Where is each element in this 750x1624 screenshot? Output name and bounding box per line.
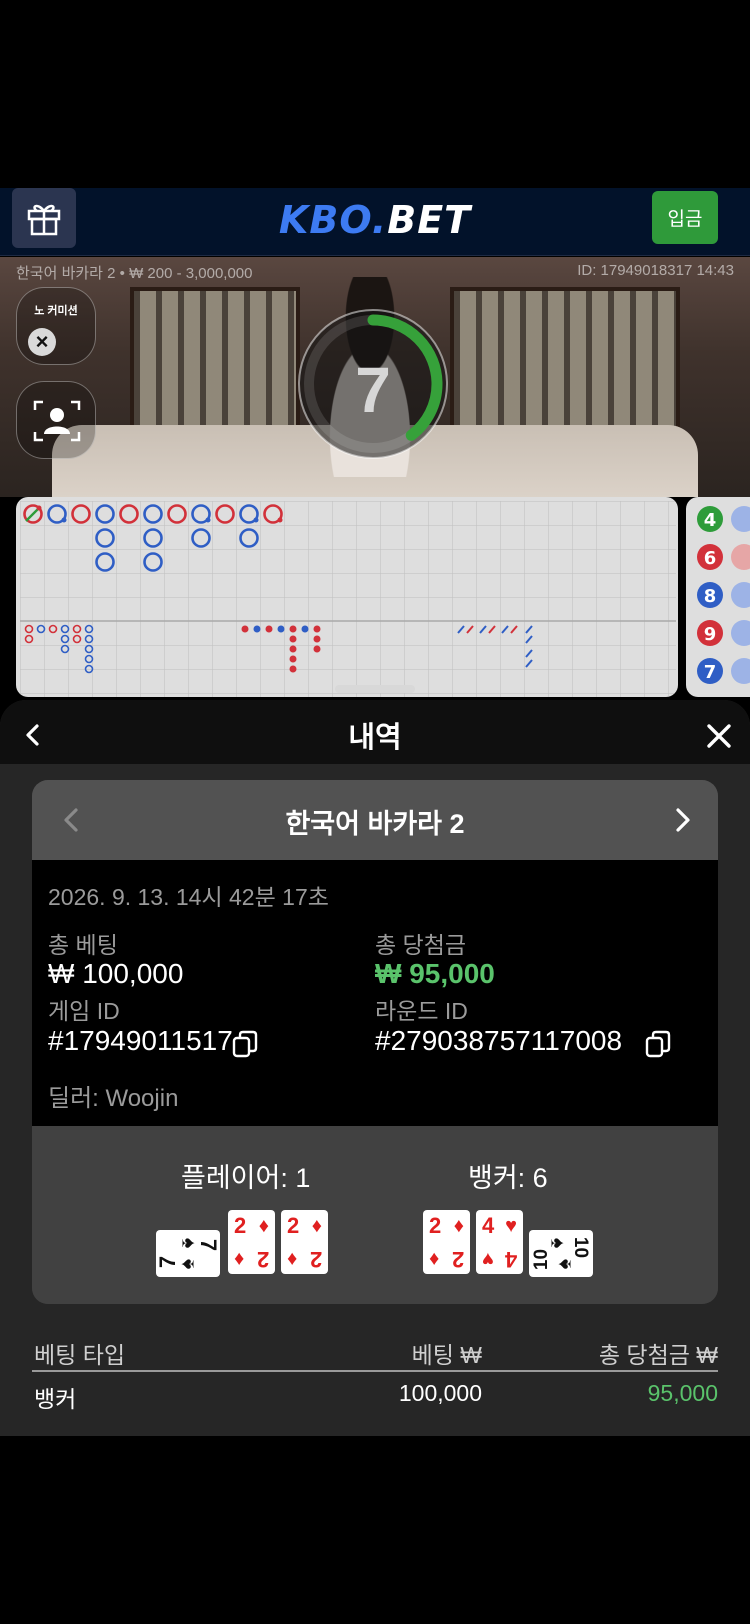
card-suit: ♦ [234,1248,245,1270]
camera-view-button[interactable] [16,381,96,459]
brand-logo[interactable]: KBO.BET [0,198,750,242]
bead-number: 7 [704,662,717,683]
card-rank: 2 [451,1247,464,1272]
roadmap-grid [20,501,676,697]
card-suit: ♠ [176,1258,199,1270]
bead-number: 8 [704,586,717,607]
player-card: 2 ♦ ♦ 2 [281,1210,328,1274]
table-row: 뱅커 100,000 95,000 [32,1372,718,1416]
card-suit: ♥ [482,1248,494,1270]
chevron-right-icon[interactable] [666,804,698,836]
bead-number: 4 [704,510,717,531]
card-suit: ♦ [258,1215,269,1237]
bead-plate[interactable]: 4 6 8 9 7 [686,497,750,697]
sheet-header: 내역 [0,700,750,764]
game-name: 한국어 바카라 2 [285,809,465,839]
card-rank: 4 [504,1247,517,1272]
player-score: 플레이어: 1 [181,1163,311,1193]
background-panel [130,287,300,447]
card-hands: 플레이어: 1 뱅커: 6 7 ♠ 7 ♠ 2 ♦ ♦ 2 2 ♦ ♦ 2 2 … [32,1126,718,1304]
no-commission-label: 노 커미션 [34,305,78,317]
card-rank: 2 [256,1247,269,1272]
card-suit: ♦ [287,1248,298,1270]
background-panel [450,287,680,447]
col-bet-amount: 베팅 ₩ [411,1342,482,1368]
dealer-name: 딜러: Woojin [48,1085,179,1112]
live-video: 한국어 바카라 2 • ₩ 200 - 3,000,000 ID: 179490… [0,257,750,497]
copy-icon[interactable] [232,1030,258,1058]
no-commission-toggle[interactable]: 노 커미션 × [16,287,96,365]
card-suit: ♠ [177,1237,200,1249]
close-icon: × [28,328,56,356]
total-bet-value: ₩ 100,000 [48,958,184,989]
person-focus-icon [33,400,81,442]
card-rank: 2 [234,1213,247,1238]
close-icon[interactable] [702,719,736,753]
bet-amount-cell: 100,000 [398,1380,482,1406]
card-rank: 10 [569,1236,591,1259]
bead-number: 9 [704,624,717,645]
total-win-label: 총 당첨금 [375,932,467,958]
banker-card: 4 ♥ ♥ 4 [476,1210,523,1274]
history-sheet: 내역 한국어 바카라 2 2026. 9. 13. 14시 42분 17초 총 … [0,700,750,1436]
card-suit: ♠ [553,1258,576,1270]
player-card: 2 ♦ ♦ 2 [228,1210,275,1274]
bead-number: 6 [704,548,717,569]
game-id-value: #17949011517 [48,1025,233,1056]
game-id-label: 게임 ID [48,998,120,1024]
countdown-timer: 7 [296,307,450,461]
card-suit: ♥ [505,1215,517,1237]
round-id-label: 라운드 ID [375,998,468,1024]
round-navigator: 한국어 바카라 2 [32,780,718,860]
round-datetime: 2026. 9. 13. 14시 42분 17초 [48,884,329,910]
total-win-value: ₩ 95,000 [375,958,495,989]
total-bet-label: 총 베팅 [48,932,118,958]
col-bet-type: 베팅 타입 [34,1342,126,1368]
banker-card: 10 ♠ 10 ♠ [529,1230,593,1277]
bead-plate-grid: 4 6 8 9 7 [697,506,750,684]
card-rank: 2 [309,1247,322,1272]
round-detail-card: 한국어 바카라 2 2026. 9. 13. 14시 42분 17초 총 베팅 … [32,780,718,1304]
game-id-time: ID: 17949018317 14:43 [577,262,734,279]
col-total-win: 총 당첨금 ₩ [598,1342,718,1368]
timer-value: 7 [355,354,391,426]
player-card: 7 ♠ 7 ♠ [155,1230,221,1277]
banker-card: 2 ♦ ♦ 2 [423,1210,470,1274]
logo-bet: BET [387,198,472,242]
top-bar: KBO.BET 입금 [0,188,750,256]
card-rank: 2 [429,1213,442,1238]
score-roadmap[interactable] [16,497,678,697]
deposit-button[interactable]: 입금 [652,191,718,244]
copy-icon[interactable] [645,1030,671,1058]
card-rank: 10 [531,1248,553,1271]
card-rank: 7 [195,1238,221,1252]
card-rank: 2 [287,1213,300,1238]
banker-score: 뱅커: 6 [468,1163,548,1193]
logo-kbo: KBO. [278,198,388,242]
bet-table-header: 베팅 타입 베팅 ₩ 총 당첨금 ₩ [32,1328,718,1372]
card-suit: ♦ [453,1215,464,1237]
table-info: 한국어 바카라 2 • ₩ 200 - 3,000,000 [16,265,253,282]
bet-table: 베팅 타입 베팅 ₩ 총 당첨금 ₩ 뱅커 100,000 95,000 [32,1328,718,1416]
round-id-value: #279038757117008 [375,1025,623,1056]
sheet-title: 내역 [348,722,402,754]
card-rank: 4 [482,1213,495,1238]
sheet-drag-handle[interactable] [335,685,415,693]
card-suit: ♦ [429,1248,440,1270]
bet-type-cell: 뱅커 [34,1386,77,1412]
round-info: 2026. 9. 13. 14시 42분 17초 총 베팅 ₩ 100,000 … [32,860,718,1126]
card-suit: ♠ [546,1237,569,1249]
card-suit: ♦ [311,1215,322,1237]
win-amount-cell: 95,000 [647,1380,718,1406]
